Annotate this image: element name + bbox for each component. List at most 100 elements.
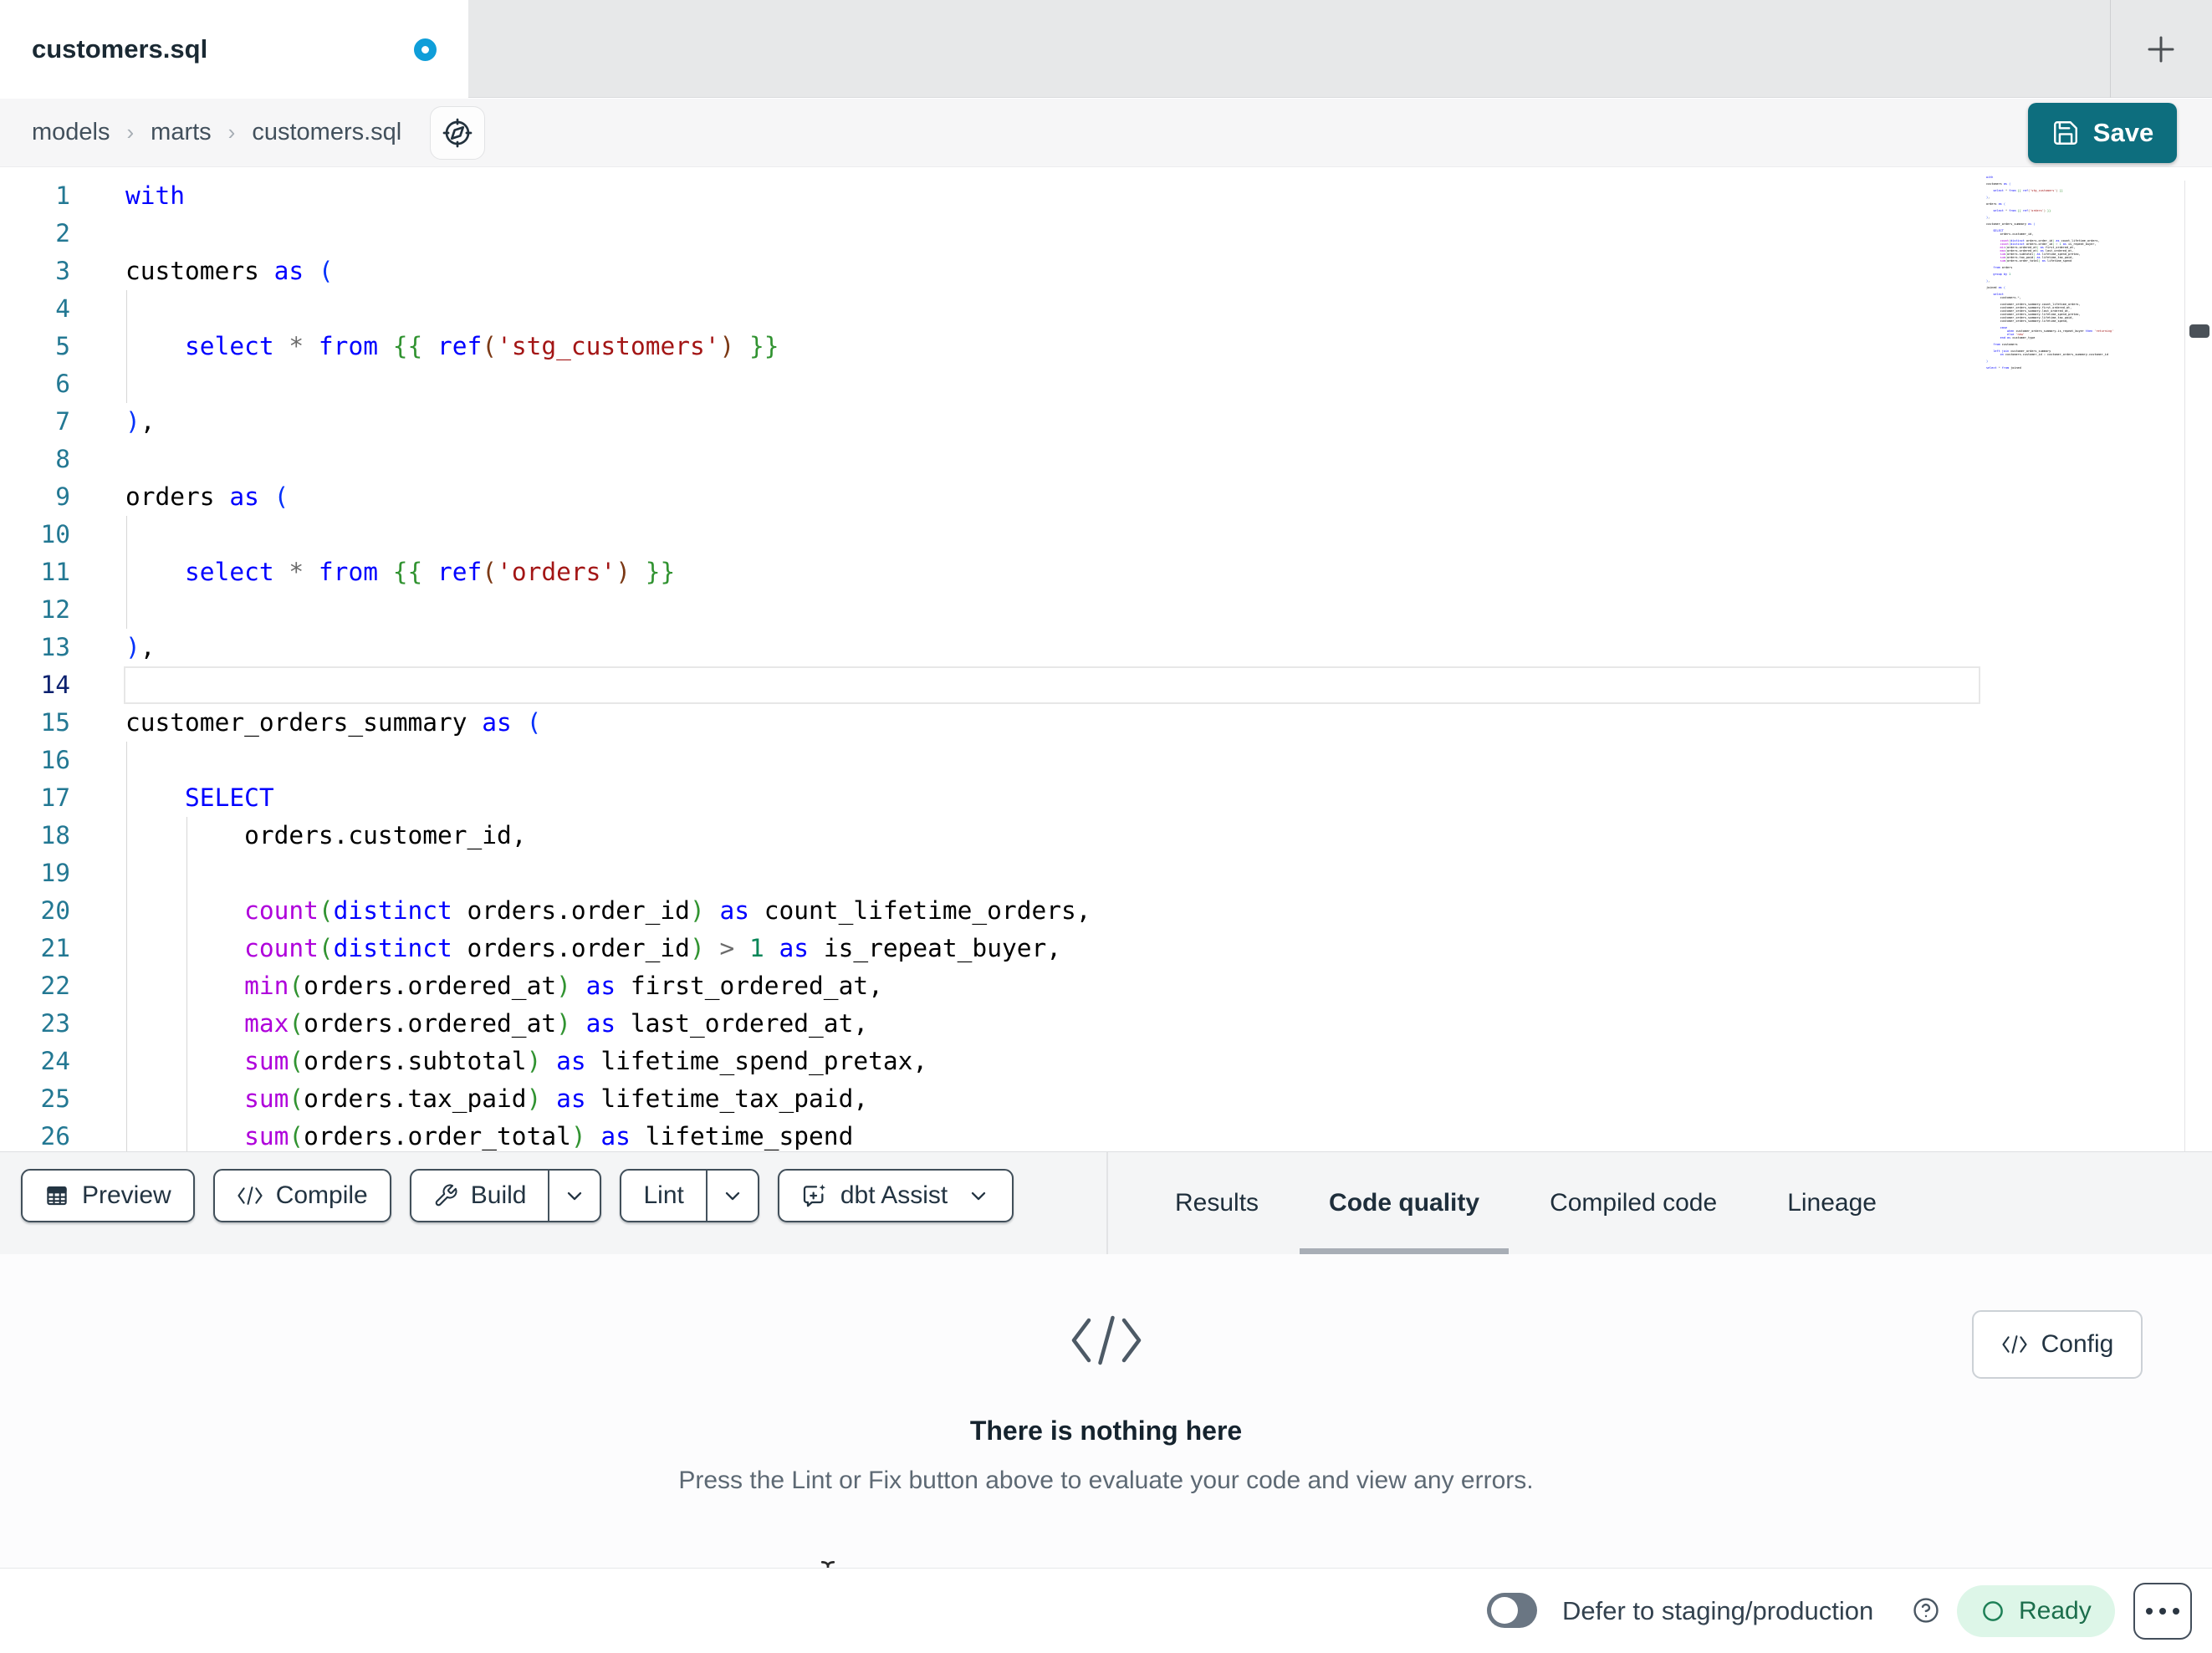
tab-results[interactable]: Results [1175, 1152, 1259, 1254]
code-line-1[interactable]: 1 with [0, 177, 1091, 215]
line-number: 22 [40, 972, 70, 1000]
code-line-21[interactable]: 21 count(distinct orders.order_id) > 1 a… [0, 930, 1091, 967]
save-icon [2053, 121, 2077, 145]
line-number: 21 [40, 934, 70, 962]
line-number: 26 [40, 1122, 70, 1150]
minimap-content: with customers as ( select * from {{ ref… [1986, 176, 2114, 370]
code-line-text: orders as ( [125, 482, 289, 511]
code-line-2[interactable]: 2 [0, 215, 1091, 253]
scrollbar-marker[interactable] [2189, 324, 2209, 338]
code-line-15[interactable]: 15 customer_orders_summary as ( [0, 704, 1091, 742]
code-line-text: max(orders.ordered_at) as last_ordered_a… [244, 1009, 869, 1038]
line-number: 14 [40, 671, 70, 699]
code-line-5[interactable]: 5 select * from {{ ref('stg_customers') … [0, 328, 1091, 365]
config-button[interactable]: Config [1972, 1310, 2143, 1379]
code-line-23[interactable]: 23 max(orders.ordered_at) as last_ordere… [0, 1005, 1091, 1043]
editor-lines: 1 with 2 3 customers as (4 5 select * from {{… [0, 177, 1091, 1151]
code-line-10[interactable]: 10 [0, 516, 1091, 554]
breadcrumb-separator: › [126, 120, 135, 145]
code-line-26[interactable]: 26 sum(orders.order_total) as lifetime_s… [0, 1118, 1091, 1151]
code-line-22[interactable]: 22 min(orders.ordered_at) as first_order… [0, 967, 1091, 1005]
code-line-text [70, 855, 125, 892]
status-circle-icon [1983, 1601, 2003, 1621]
status-bar: Defer to staging/production Ready [0, 1568, 2212, 1653]
breadcrumb-item-customers-sql: customers.sql [252, 119, 402, 145]
code-line-16[interactable]: 16 [0, 742, 1091, 779]
wrench-icon [433, 1183, 458, 1208]
empty-state-title: There is nothing here [969, 1416, 1243, 1446]
code-line-19[interactable]: 19 [0, 855, 1091, 892]
button-label: dbt Assist [840, 1181, 948, 1209]
line-number: 12 [40, 595, 70, 624]
code-line-text: sum(orders.tax_paid) as lifetime_tax_pai… [244, 1084, 869, 1113]
code-line-7[interactable]: 7), [0, 403, 1091, 441]
config-button-label: Config [2041, 1330, 2114, 1358]
code-line-4[interactable]: 4 [0, 290, 1091, 328]
tab-code-quality[interactable]: Code quality [1300, 1152, 1510, 1254]
code-editor[interactable]: 1 with 2 3 customers as (4 5 select * from {{… [0, 167, 2212, 1151]
line-number: 2 [55, 219, 70, 247]
save-button[interactable]: Save [2028, 103, 2177, 163]
help-icon[interactable] [1912, 1596, 1940, 1629]
code-line-text: sum(orders.order_total) as lifetime_spen… [244, 1122, 854, 1150]
file-header-row: models › marts › customers.sql Save [0, 99, 2212, 167]
minimap[interactable]: with customers as ( select * from {{ ref… [1986, 176, 2120, 1145]
code-line-12[interactable]: 12 [0, 591, 1091, 629]
ellipsis-icon [2146, 1608, 2153, 1615]
lint-dropdown-chevron-down-icon[interactable] [708, 1171, 758, 1221]
defer-toggle[interactable] [1487, 1593, 1537, 1628]
save-button-label: Save [2092, 118, 2154, 147]
ready-label: Ready [2019, 1597, 2092, 1625]
line-number: 19 [40, 859, 70, 887]
dbt-cloud-ide: customers.sql models › marts › customers… [0, 0, 2212, 1653]
code-line-9[interactable]: 9 orders as ( [0, 478, 1091, 516]
code-line-3[interactable]: 3 customers as ( [0, 253, 1091, 290]
breadcrumb-separator: › [227, 120, 236, 145]
new-tab-button[interactable] [2128, 17, 2194, 82]
line-number: 1 [55, 181, 70, 210]
toggle-knob [1491, 1597, 1518, 1624]
tab-lineage[interactable]: Lineage [1787, 1152, 1877, 1254]
tabbar-divider [2110, 0, 2111, 98]
build-dropdown-chevron-down-icon[interactable] [549, 1171, 600, 1221]
code-line-18[interactable]: 18 orders.customer_id, [0, 817, 1091, 855]
line-number: 8 [55, 445, 70, 473]
code-line-text [70, 215, 125, 253]
toolbar-divider [1106, 1152, 1108, 1254]
lint-button[interactable]: Lint [620, 1169, 759, 1222]
code-line-8[interactable]: 8 [0, 441, 1091, 478]
code-icon [237, 1184, 263, 1207]
code-line-text: SELECT [185, 783, 274, 812]
dbt-assist-button[interactable]: dbt Assist [777, 1169, 1014, 1222]
scrollbar-track [2184, 181, 2185, 1151]
code-line-14[interactable]: 14 [0, 666, 1091, 704]
breadcrumb-item-marts[interactable]: marts [151, 119, 212, 146]
line-number: 25 [40, 1084, 70, 1113]
code-line-11[interactable]: 11 select * from {{ ref('orders') }} [0, 554, 1091, 591]
explore-lineage-button[interactable] [430, 105, 486, 160]
code-line-text: min(orders.ordered_at) as first_ordered_… [244, 972, 883, 1000]
breadcrumb-item-models[interactable]: models [32, 119, 110, 146]
empty-state-description: Press the Lint or Fix button above to ev… [678, 1467, 1534, 1494]
code-line-20[interactable]: 20 count(distinct orders.order_id) as co… [0, 892, 1091, 930]
code-line-17[interactable]: 17 SELECT [0, 779, 1091, 817]
compile-button[interactable]: Compile [212, 1169, 391, 1222]
assist-icon [801, 1182, 828, 1209]
code-line-6[interactable]: 6 [0, 365, 1091, 403]
code-line-text: ), [125, 633, 156, 661]
line-number: 24 [40, 1047, 70, 1075]
code-line-13[interactable]: 13), [0, 629, 1091, 666]
code-line-text [70, 516, 125, 554]
unsaved-changes-dot-icon [414, 38, 437, 61]
build-button[interactable]: Build [409, 1169, 602, 1222]
tab-customers-sql[interactable]: customers.sql [0, 0, 468, 99]
compass-icon [442, 118, 473, 147]
editor-tab-bar: customers.sql [0, 0, 2212, 99]
code-line-25[interactable]: 25 sum(orders.tax_paid) as lifetime_tax_… [0, 1080, 1091, 1118]
chevron-down-icon[interactable] [967, 1184, 990, 1207]
code-line-24[interactable]: 24 sum(orders.subtotal) as lifetime_spen… [0, 1043, 1091, 1080]
more-options-button[interactable] [2133, 1583, 2192, 1640]
line-number: 7 [55, 407, 70, 436]
preview-button[interactable]: Preview [21, 1169, 195, 1222]
tab-compiled-code[interactable]: Compiled code [1550, 1152, 1717, 1254]
